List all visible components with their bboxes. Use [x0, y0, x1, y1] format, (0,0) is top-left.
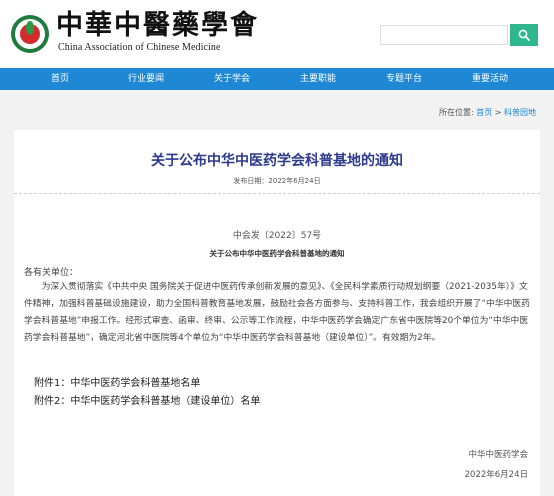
main-nav: 首页 行业要闻 关于学会 主要职能 专题平台 重要活动 — [0, 68, 554, 90]
site-header: 中華中醫藥學會 China Association of Chinese Med… — [0, 0, 554, 68]
breadcrumb-prefix: 所在位置: — [438, 108, 474, 117]
article-card: 关于公布中华中医药学会科普基地的通知 发布日期：2022年6月24日 中会发〔2… — [14, 130, 540, 496]
nav-item-functions[interactable]: 主要职能 — [300, 68, 336, 90]
nav-item-home[interactable]: 首页 — [51, 68, 69, 90]
nav-item-events[interactable]: 重要活动 — [472, 68, 508, 90]
search-icon — [518, 29, 530, 41]
logo-chinese-name[interactable]: 中華中醫藥學會 — [56, 11, 259, 41]
nav-item-topics[interactable]: 专题平台 — [386, 68, 422, 90]
nav-item-about[interactable]: 关于学会 — [214, 68, 250, 90]
document-number: 中会发〔2022〕57号 — [232, 231, 322, 241]
logo-seal-icon[interactable] — [11, 15, 49, 53]
publish-date: 发布日期：2022年6月24日 — [233, 177, 321, 185]
signature-org: 中华中医药学会 — [468, 450, 528, 460]
logo-english-name: China Association of Chinese Medicine — [58, 42, 221, 53]
article-body: 为深入贯彻落实《中共中央 国务院关于促进中医药传承创新发展的意见》、《全民科学素… — [24, 282, 530, 343]
attachment-link-1[interactable]: 附件1：中华中医药学会科普基地名单 — [34, 374, 200, 389]
divider — [14, 193, 540, 194]
signature-date: 2022年6月24日 — [464, 470, 528, 480]
article-title: 关于公布中华中医药学会科普基地的通知 — [151, 153, 403, 169]
breadcrumb-home-link[interactable]: 首页 — [476, 108, 492, 117]
attachment-link-2[interactable]: 附件2：中华中医药学会科普基地（建设单位）名单 — [34, 392, 260, 407]
document-title: 关于公布中华中医药学会科普基地的通知 — [209, 249, 345, 258]
breadcrumb: 所在位置: 首页 > 科普园地 — [439, 107, 536, 118]
greeting: 各有关单位： — [24, 268, 79, 278]
breadcrumb-current-link[interactable]: 科普园地 — [504, 108, 536, 117]
breadcrumb-separator: > — [494, 108, 502, 117]
search-button[interactable] — [510, 24, 538, 46]
nav-item-industry-news[interactable]: 行业要闻 — [128, 68, 164, 90]
search-input[interactable] — [380, 25, 508, 45]
